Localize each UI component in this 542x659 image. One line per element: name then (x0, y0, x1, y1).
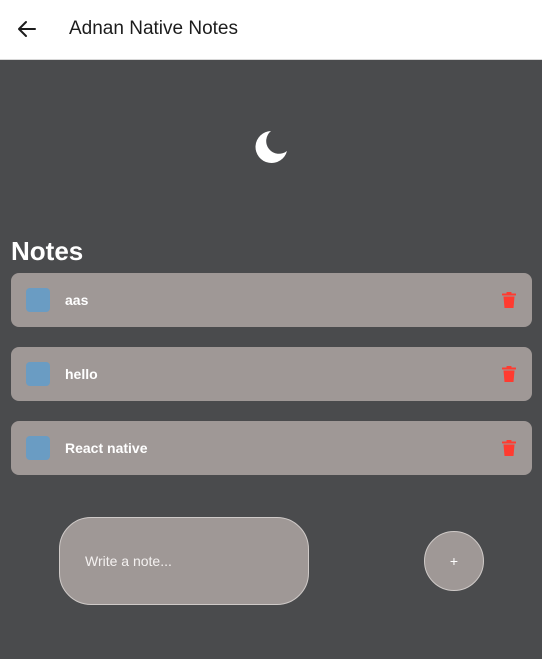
note-text: hello (65, 366, 98, 382)
note-text: aas (65, 292, 89, 308)
back-button[interactable] (12, 14, 42, 44)
arrow-left-icon (18, 21, 36, 37)
trash-icon (502, 440, 516, 456)
note-checkbox[interactable] (26, 436, 50, 460)
note-item[interactable]: aas (11, 273, 532, 327)
note-list: aas hello React native (11, 273, 532, 495)
note-input[interactable] (59, 517, 309, 605)
note-checkbox[interactable] (26, 288, 50, 312)
delete-note-button[interactable] (502, 365, 516, 383)
app-header: Adnan Native Notes (0, 0, 542, 60)
trash-icon (502, 366, 516, 382)
note-item[interactable]: React native (11, 421, 532, 475)
page-title: Adnan Native Notes (69, 18, 238, 39)
note-checkbox[interactable] (26, 362, 50, 386)
note-item[interactable]: hello (11, 347, 532, 401)
moon-icon (255, 131, 287, 163)
note-text: React native (65, 440, 148, 456)
notes-heading: Notes (11, 236, 84, 266)
add-note-button[interactable]: + (424, 531, 484, 591)
delete-note-button[interactable] (502, 291, 516, 309)
trash-icon (502, 292, 516, 308)
theme-toggle-button[interactable] (251, 127, 291, 167)
delete-note-button[interactable] (502, 439, 516, 457)
